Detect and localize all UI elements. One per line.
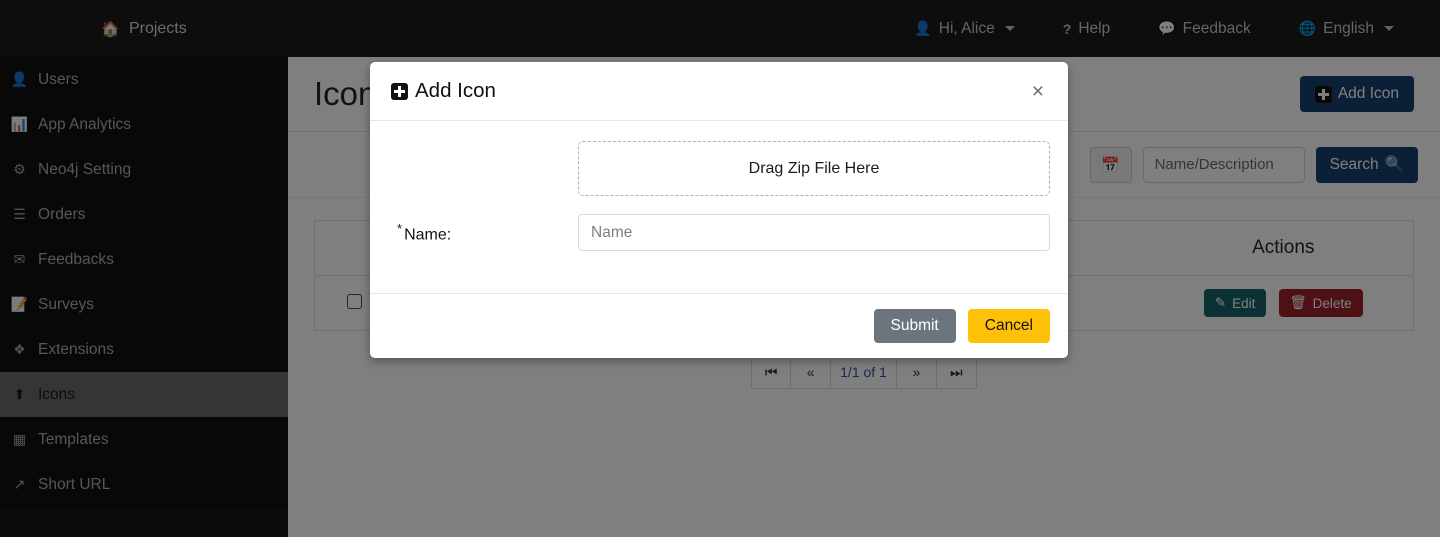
modal-body: Drag Zip File Here *Name: <box>370 121 1068 293</box>
modal-title-label: Add Icon <box>415 79 496 103</box>
submit-button[interactable]: Submit <box>874 309 956 343</box>
add-icon-modal: Add Icon × Drag Zip File Here *Name: Sub… <box>370 62 1068 358</box>
modal-title: Add Icon <box>391 79 496 103</box>
cancel-button[interactable]: Cancel <box>968 309 1050 343</box>
plus-square-icon <box>391 83 408 100</box>
dropzone-row: Drag Zip File Here <box>388 141 1050 196</box>
zip-dropzone[interactable]: Drag Zip File Here <box>578 141 1050 196</box>
zip-dropzone-label: Drag Zip File Here <box>749 160 880 178</box>
name-input[interactable] <box>578 214 1050 251</box>
modal-header: Add Icon × <box>370 62 1068 121</box>
close-icon[interactable]: × <box>1029 81 1047 102</box>
app-root: Icons Add Icon 📅 Search 🔍 Actions <box>0 0 1440 537</box>
modal-footer: Submit Cancel <box>370 293 1068 358</box>
name-label: *Name: <box>388 221 578 244</box>
name-label-text: Name: <box>404 226 451 243</box>
name-row: *Name: <box>388 214 1050 251</box>
required-asterisk: * <box>397 221 402 236</box>
